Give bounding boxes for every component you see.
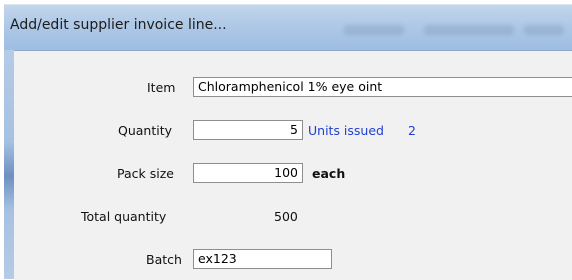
units-issued-label: Units issued <box>308 123 384 138</box>
dialog-body: Item Chloramphenicol 1% eye oint Quantit… <box>14 50 572 280</box>
units-issued-value: 2 <box>408 123 416 138</box>
item-label: Item <box>147 80 176 95</box>
titlebar-blur-decoration <box>424 25 514 35</box>
quantity-label: Quantity <box>118 123 173 138</box>
quantity-field[interactable]: 5 <box>193 120 303 140</box>
total-quantity-value: 500 <box>274 209 298 224</box>
title-bar[interactable]: Add/edit supplier invoice line... <box>4 4 572 51</box>
total-quantity-label: Total quantity <box>81 209 167 224</box>
window-title: Add/edit supplier invoice line... <box>10 17 227 33</box>
item-field[interactable]: Chloramphenicol 1% eye oint <box>193 77 572 97</box>
dialog-window: Add/edit supplier invoice line... Item C… <box>0 0 572 280</box>
pack-unit-label: each <box>312 166 346 181</box>
titlebar-blur-decoration <box>344 25 404 35</box>
window-left-border <box>4 50 14 279</box>
titlebar-blur-decoration <box>524 25 564 35</box>
batch-field[interactable]: ex123 <box>193 249 332 269</box>
pack-size-field[interactable]: 100 <box>193 163 303 183</box>
pack-size-label: Pack size <box>117 166 174 181</box>
batch-label: Batch <box>146 252 182 267</box>
